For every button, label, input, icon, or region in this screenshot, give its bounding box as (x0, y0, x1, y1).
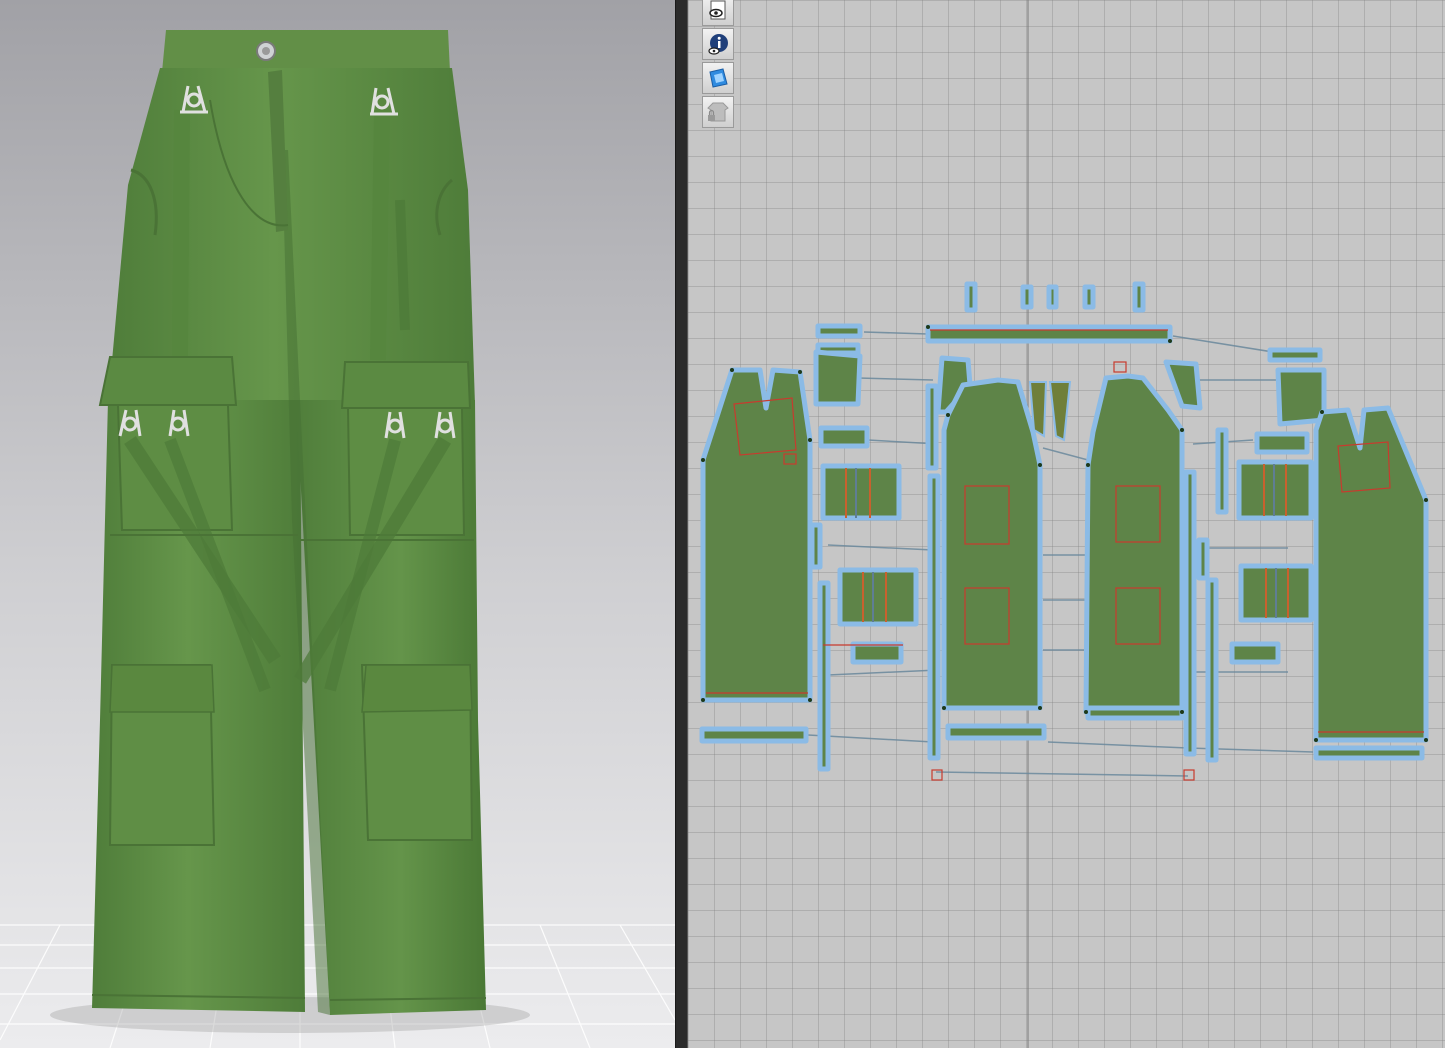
pattern-piece[interactable] (1132, 281, 1146, 313)
pattern-piece[interactable] (818, 425, 870, 449)
fly-pieces (1028, 381, 1072, 442)
pattern-piece[interactable] (1229, 641, 1281, 665)
pattern-piece-pocket[interactable] (813, 349, 863, 407)
view-splitter[interactable] (675, 0, 688, 1048)
texture-button[interactable] (702, 62, 734, 94)
pattern-piece-hem[interactable] (945, 723, 1047, 741)
toolbar-2d (702, 0, 738, 130)
pattern-piece[interactable] (1254, 431, 1310, 455)
pattern-piece-strap[interactable] (1196, 537, 1210, 581)
pattern-piece-strap[interactable] (817, 580, 831, 772)
avatar-lock-icon (707, 102, 729, 122)
viewport-3d[interactable] (0, 0, 675, 1048)
pattern-piece-strap[interactable] (809, 522, 823, 570)
pattern-piece[interactable] (1267, 347, 1323, 363)
texture-icon (709, 68, 728, 88)
pattern-piece-strap[interactable] (1183, 469, 1197, 757)
pattern-piece-hem[interactable] (1313, 745, 1425, 761)
pattern-piece-hem[interactable] (699, 726, 809, 744)
pattern-piece[interactable] (850, 641, 904, 665)
pattern-piece-strap[interactable] (925, 383, 939, 471)
pattern-piece-strap[interactable] (927, 473, 941, 761)
pattern-piece-waistband[interactable] (925, 324, 1173, 344)
pattern-piece[interactable] (964, 281, 978, 313)
viewport-3d-canvas[interactable] (0, 0, 675, 1048)
pattern-piece-yoke[interactable] (1163, 359, 1203, 411)
pattern-piece-hem[interactable] (1085, 705, 1185, 721)
pattern-piece-cargo-pocket[interactable] (837, 567, 919, 627)
pattern-piece-strap[interactable] (1215, 427, 1229, 515)
pattern-piece-pocket[interactable] (1275, 367, 1327, 427)
info-icon (708, 34, 728, 55)
show-pattern-button[interactable] (702, 0, 734, 26)
pattern-piece[interactable] (815, 323, 863, 339)
pattern-piece-front-leg-right[interactable] (1083, 373, 1185, 715)
pattern-canvas[interactable] (688, 0, 1445, 1048)
pattern-piece[interactable] (1046, 284, 1059, 310)
pattern-pieces[interactable] (699, 281, 1429, 772)
pattern-piece-strap[interactable] (1205, 577, 1219, 763)
pattern-piece-back-leg-right[interactable] (1313, 405, 1429, 743)
pattern-piece-cargo-pocket[interactable] (820, 463, 902, 521)
show-pattern-icon (709, 0, 726, 20)
avatar-lock-button[interactable] (702, 96, 734, 128)
pattern-piece[interactable] (1020, 284, 1034, 310)
info-button[interactable] (702, 28, 734, 60)
cargo-pants-3d[interactable] (91, 30, 487, 1015)
pattern-piece[interactable] (1082, 284, 1096, 310)
pattern-window-2d[interactable] (688, 0, 1445, 1048)
